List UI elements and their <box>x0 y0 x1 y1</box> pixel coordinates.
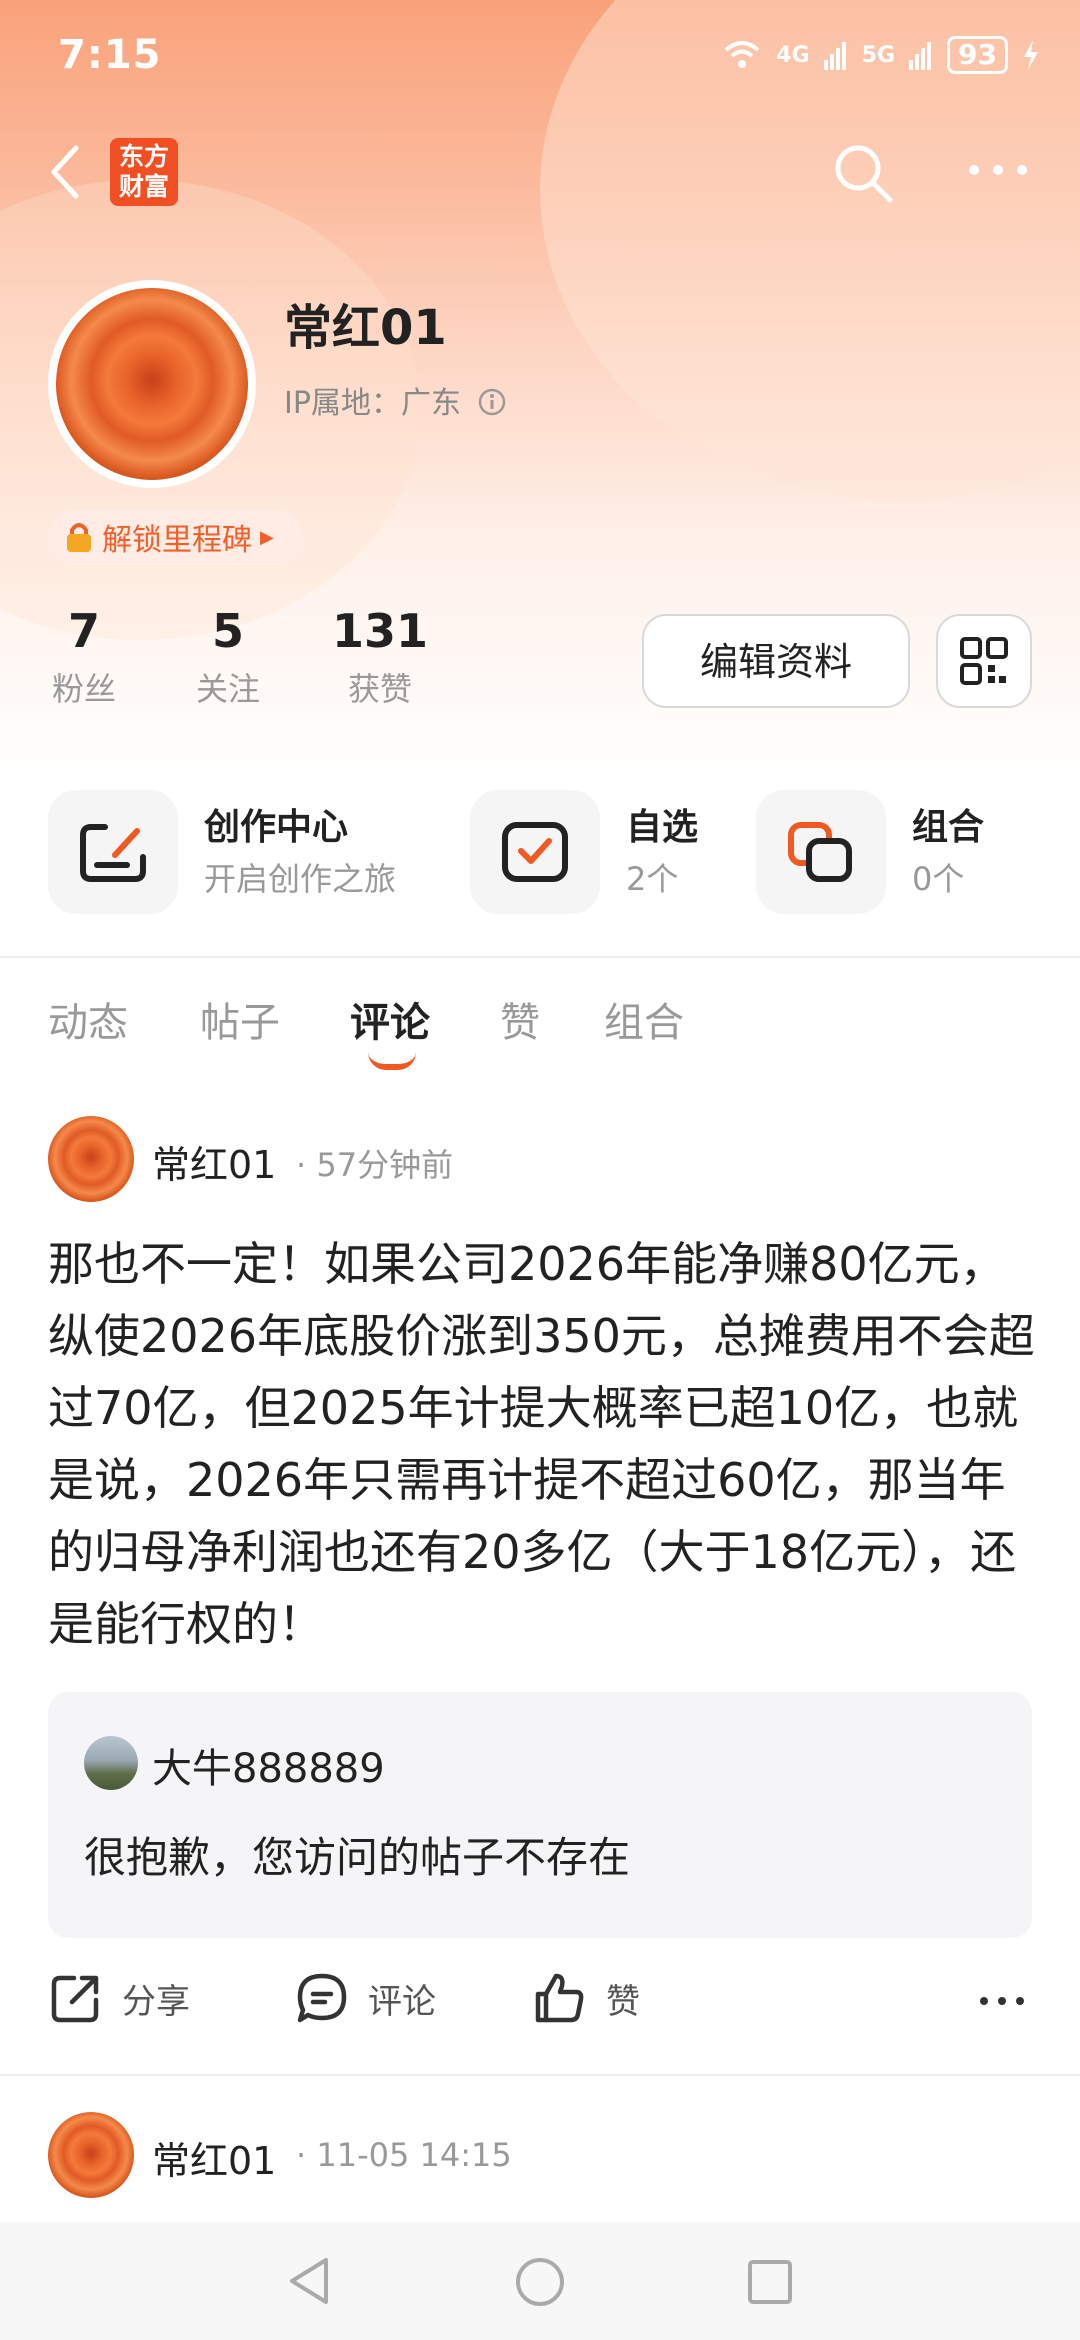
stat-label: 关注 <box>195 670 260 708</box>
tool-title: 创作中心 <box>204 807 349 848</box>
post-time: · 11-05 14:15 <box>296 2136 512 2174</box>
battery-indicator: 93 <box>947 36 1008 74</box>
triangle-right-icon: ▶ <box>260 526 274 548</box>
divider <box>0 2074 1080 2076</box>
lock-icon <box>67 523 91 552</box>
search-icon[interactable] <box>830 140 896 206</box>
logo-text: 财富 <box>118 172 169 201</box>
post-header: 常红01 · 11-05 14:15 <box>48 2112 748 2202</box>
tool-subtitle: 2个 <box>626 860 679 898</box>
share-button[interactable]: 分享 <box>48 1970 190 2026</box>
quoted-author-avatar <box>84 1736 138 1790</box>
charging-icon <box>1024 40 1038 70</box>
stat-likes[interactable]: 131 获赞 <box>330 604 430 710</box>
network-5g-label: 5G <box>861 42 896 68</box>
status-icons: 4G 5G 93 <box>722 36 1040 74</box>
creation-center-entry[interactable]: 创作中心 开启创作之旅 <box>48 790 428 914</box>
tab-portfolio[interactable]: 组合 <box>604 990 684 1048</box>
thumbs-up-icon <box>535 1973 584 2023</box>
nav-back-icon[interactable] <box>284 2254 334 2308</box>
divider <box>0 956 1080 958</box>
quoted-author-name: 大牛888889 <box>152 1746 385 1792</box>
ip-location: IP属地：广东 <box>284 378 507 422</box>
app-logo: 东方 财富 <box>110 138 178 206</box>
author-avatar[interactable] <box>48 2112 134 2198</box>
tool-title: 组合 <box>912 807 985 848</box>
profile-stats: 7 粉丝 5 关注 131 获赞 <box>0 604 600 714</box>
like-label: 赞 <box>606 1981 640 2022</box>
edit-icon <box>80 824 146 882</box>
status-time: 7:15 <box>58 32 162 78</box>
tool-icon-box <box>470 790 600 914</box>
qr-code-icon <box>960 637 1008 685</box>
profile-avatar[interactable] <box>48 280 256 488</box>
ip-location-text: IP属地：广东 <box>284 386 461 421</box>
quoted-text: 很抱歉，您访问的帖子不存在 <box>84 1833 631 1882</box>
share-icon <box>51 1975 99 2023</box>
comment-icon <box>297 1973 347 2023</box>
like-button[interactable]: 赞 <box>532 1970 640 2026</box>
author-name[interactable]: 常红01 <box>152 2130 276 2185</box>
info-icon[interactable] <box>477 387 507 417</box>
stat-following[interactable]: 5 关注 <box>188 604 268 710</box>
share-label: 分享 <box>122 1981 190 2022</box>
back-arrow-icon[interactable] <box>46 142 86 202</box>
more-icon[interactable] <box>966 160 1030 180</box>
system-navigation-bar <box>0 2222 1080 2340</box>
stat-label: 粉丝 <box>51 670 116 708</box>
tool-icon-box <box>756 790 886 914</box>
wifi-icon <box>724 41 760 68</box>
post-header: 常红01 · 57分钟前 <box>48 1116 648 1206</box>
author-avatar[interactable] <box>48 1116 134 1202</box>
post-content[interactable]: 那也不一定！如果公司2026年能净赚80亿元，纵使2026年底股价涨到350元，… <box>48 1228 1038 1660</box>
watchlist-entry[interactable]: 自选 2个 <box>470 790 730 914</box>
tool-title: 自选 <box>626 807 699 848</box>
nav-recents-icon[interactable] <box>746 2258 794 2306</box>
stat-label: 获赞 <box>347 670 412 708</box>
tab-likes[interactable]: 赞 <box>500 990 540 1048</box>
milestone-label: 解锁里程碑 <box>102 523 252 558</box>
post-time-text: 11-05 14:15 <box>316 2136 512 2174</box>
qr-code-button[interactable] <box>936 614 1032 708</box>
more-options-icon[interactable] <box>978 1994 1026 2008</box>
quoted-post[interactable]: 大牛888889 很抱歉，您访问的帖子不存在 <box>48 1692 1032 1938</box>
stat-value: 7 <box>67 604 100 658</box>
author-name[interactable]: 常红01 <box>152 1134 276 1189</box>
edit-profile-button[interactable]: 编辑资料 <box>642 614 910 708</box>
status-bar: 7:15 4G 5G 93 <box>58 20 1040 90</box>
post-time-text: 57分钟前 <box>316 1146 454 1184</box>
check-icon <box>502 822 568 882</box>
tool-icon-box <box>48 790 178 914</box>
post-actions: 分享 评论 赞 <box>48 1970 1032 2040</box>
comment-label: 评论 <box>368 1981 436 2022</box>
milestone-badge[interactable]: 解锁里程碑 ▶ <box>48 510 302 564</box>
tool-subtitle: 开启创作之旅 <box>204 860 397 898</box>
network-4g-label: 4G <box>776 42 810 68</box>
stat-value: 5 <box>211 604 244 658</box>
signal-icon <box>909 42 932 70</box>
portfolio-entry[interactable]: 组合 0个 <box>756 790 1036 914</box>
portfolio-icon <box>788 822 852 882</box>
stat-value: 131 <box>331 604 429 658</box>
nav-home-icon[interactable] <box>514 2256 566 2308</box>
top-nav-bar: 东方 财富 <box>0 130 1080 210</box>
post-time: · 57分钟前 <box>296 1146 454 1184</box>
tab-comments[interactable]: 评论 <box>350 990 430 1048</box>
tab-dynamics[interactable]: 动态 <box>48 990 128 1048</box>
avatar-image <box>56 288 248 480</box>
profile-name: 常红01 <box>284 300 447 356</box>
stat-fans[interactable]: 7 粉丝 <box>44 604 124 710</box>
logo-text: 东方 <box>118 142 169 171</box>
tool-subtitle: 0个 <box>912 860 965 898</box>
signal-icon <box>823 42 846 70</box>
comment-button[interactable]: 评论 <box>294 1970 436 2026</box>
tab-posts[interactable]: 帖子 <box>200 990 280 1048</box>
